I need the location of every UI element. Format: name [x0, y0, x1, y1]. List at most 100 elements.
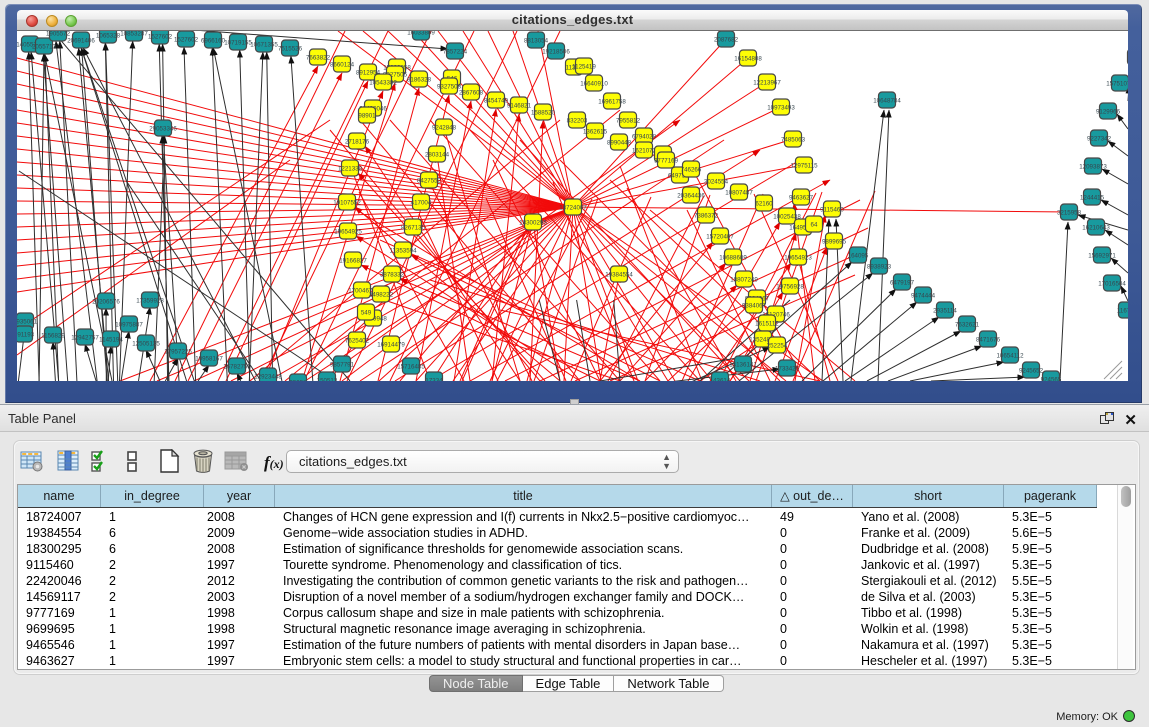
svg-text:12942757: 12942757: [71, 335, 99, 342]
svg-text:10958167: 10958167: [195, 356, 223, 363]
svg-text:1362615: 1362615: [583, 129, 608, 136]
svg-text:19654923: 19654923: [784, 255, 812, 262]
svg-text:1145194: 1145194: [99, 337, 123, 344]
svg-text:62160: 62160: [755, 201, 773, 208]
svg-text:15751074: 15751074: [1106, 81, 1128, 88]
svg-text:9474444: 9474444: [911, 293, 936, 300]
svg-text:8813054: 8813054: [524, 38, 549, 45]
svg-text:9384067: 9384067: [742, 303, 767, 310]
svg-text:1125419: 1125419: [572, 64, 596, 71]
svg-text:7663822: 7663822: [306, 55, 331, 62]
svg-text:10853287: 10853287: [120, 31, 148, 38]
svg-text:29053346: 29053346: [149, 126, 177, 133]
svg-text:15692971: 15692971: [1088, 253, 1116, 260]
svg-text:20364436: 20364436: [677, 193, 705, 200]
svg-text:164095: 164095: [848, 253, 869, 260]
svg-text:6966160: 6966160: [201, 38, 226, 45]
svg-text:1527602: 1527602: [174, 37, 199, 44]
svg-text:10975887: 10975887: [115, 322, 143, 329]
svg-text:3878332: 3878332: [380, 272, 405, 279]
svg-text:10648784: 10648784: [873, 98, 901, 105]
svg-text:10543382: 10543382: [369, 80, 397, 87]
svg-text:17957225: 17957225: [164, 349, 192, 356]
svg-text:8454749: 8454749: [484, 98, 509, 105]
svg-text:10107552: 10107552: [333, 200, 361, 207]
svg-text:116753: 116753: [1117, 308, 1128, 315]
svg-text:17359928: 17359928: [136, 298, 164, 305]
svg-text:150513: 150513: [317, 378, 338, 382]
svg-text:19756928: 19756928: [776, 284, 804, 291]
svg-text:10671355: 10671355: [250, 42, 278, 49]
svg-text:17334: 17334: [425, 378, 443, 382]
svg-text:417004: 417004: [411, 200, 432, 207]
svg-text:18300295: 18300295: [519, 220, 547, 227]
svg-text:2935114: 2935114: [933, 308, 957, 315]
svg-text:832203: 832203: [567, 118, 588, 125]
svg-text:7857224: 7857224: [443, 49, 468, 56]
svg-text:15716485: 15716485: [397, 364, 425, 371]
svg-text:20206576: 20206576: [92, 299, 120, 306]
svg-text:16033809: 16033809: [407, 31, 435, 37]
svg-text:9227342: 9227342: [1087, 136, 1112, 143]
svg-text:8471676: 8471676: [976, 337, 1001, 344]
svg-text:9327508: 9327508: [437, 84, 462, 91]
svg-text:14136141: 14136141: [729, 362, 757, 369]
svg-text:3215958: 3215958: [1057, 210, 1082, 217]
svg-text:2055713: 2055713: [32, 44, 57, 51]
svg-text:8427552: 8427552: [417, 178, 442, 185]
svg-text:2718176: 2718176: [345, 139, 370, 146]
svg-text:19384554: 19384554: [605, 272, 633, 279]
svg-text:1615112: 1615112: [755, 321, 779, 328]
svg-text:2867608: 2867608: [459, 90, 484, 97]
svg-text:1621072: 1621072: [632, 148, 657, 155]
svg-text:9242848: 9242848: [432, 125, 457, 132]
svg-text:3024554: 3024554: [704, 179, 729, 186]
svg-text:9777169: 9777169: [654, 158, 679, 165]
svg-text:1527602: 1527602: [148, 34, 173, 41]
svg-text:12505135: 12505135: [132, 341, 160, 348]
svg-text:8660124: 8660124: [330, 62, 355, 69]
svg-text:1588520: 1588520: [531, 110, 556, 117]
svg-text:10973493: 10973493: [767, 105, 795, 112]
svg-text:924565: 924565: [1041, 377, 1062, 382]
svg-text:16782759: 16782759: [223, 364, 251, 371]
svg-text:9146821: 9146821: [507, 103, 532, 110]
svg-text:12975115: 12975115: [790, 163, 818, 170]
svg-text:12213967: 12213967: [753, 80, 781, 87]
svg-text:6794028: 6794028: [632, 134, 657, 141]
svg-text:3498222: 3498222: [369, 292, 394, 299]
svg-text:8990448: 8990448: [607, 140, 632, 147]
svg-text:746266: 746266: [681, 167, 702, 174]
svg-text:8938923: 8938923: [867, 264, 892, 271]
svg-text:391193: 391193: [17, 332, 35, 339]
svg-text:1733426: 1733426: [775, 366, 800, 373]
svg-text:9245652: 9245652: [1019, 368, 1044, 375]
svg-text:7485063: 7485063: [781, 137, 806, 144]
svg-text:1221338: 1221338: [338, 166, 363, 173]
svg-text:9129966: 9129966: [1096, 109, 1121, 116]
svg-text:19654925: 19654925: [334, 229, 362, 236]
svg-text:7955812: 7955812: [616, 118, 641, 125]
svg-text:9463627: 9463627: [789, 195, 814, 202]
svg-text:10688609: 10688609: [719, 255, 747, 262]
svg-text:18807249: 18807249: [730, 277, 758, 284]
svg-text:9115460: 9115460: [820, 207, 844, 214]
svg-text:549: 549: [361, 310, 372, 317]
svg-text:10719155: 10719155: [224, 40, 252, 47]
svg-text:12093873: 12093873: [1079, 164, 1107, 171]
svg-text:16914479: 16914479: [377, 342, 405, 349]
svg-text:19166827: 19166827: [339, 258, 367, 265]
svg-text:10654112: 10654112: [996, 353, 1024, 360]
svg-text:12923448: 12923448: [254, 374, 282, 381]
svg-text:6479197: 6479197: [890, 280, 915, 287]
svg-text:7632621: 7632621: [955, 322, 980, 329]
svg-text:20691406: 20691406: [67, 38, 95, 45]
svg-text:16961758: 16961758: [598, 99, 626, 106]
svg-text:8186328: 8186328: [407, 77, 432, 84]
svg-text:7625402: 7625402: [345, 338, 370, 345]
svg-text:252254: 252254: [767, 343, 788, 350]
svg-text:10807487: 10807487: [725, 190, 753, 197]
svg-text:2803144: 2803144: [425, 152, 450, 159]
svg-text:7515526: 7515526: [278, 46, 303, 53]
svg-text:95052: 95052: [289, 380, 307, 382]
